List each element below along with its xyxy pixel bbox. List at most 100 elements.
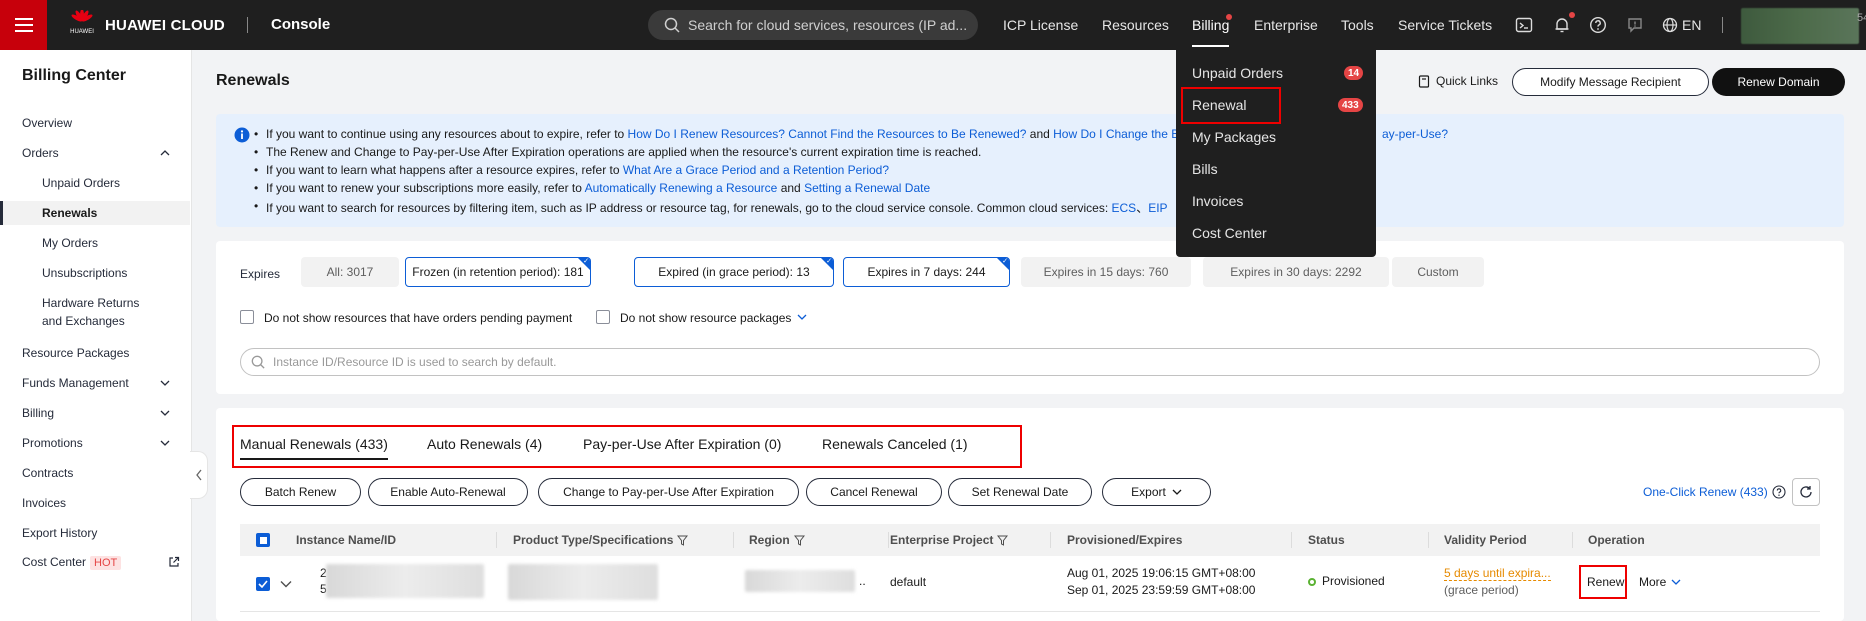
change-to-pay-per-use-button[interactable]: Change to Pay-per-Use After Expiration	[538, 478, 799, 506]
console-link[interactable]: Console	[271, 16, 330, 33]
help-icon[interactable]	[1588, 15, 1608, 35]
sidebar-item-hardware-returns-line1[interactable]: Hardware Returns	[42, 296, 139, 310]
filter-chip-7-days[interactable]: Expires in 7 days: 244 ✓	[843, 257, 1010, 287]
external-link-icon[interactable]	[168, 556, 180, 568]
menu-item-invoices[interactable]: Invoices	[1192, 193, 1243, 209]
check-icon: ✓	[583, 258, 589, 265]
sidebar-item-renewals[interactable]: Renewals	[42, 206, 97, 220]
logo-subtext: HUAWEI	[70, 29, 94, 35]
menu-item-my-packages[interactable]: My Packages	[1192, 129, 1276, 145]
nav-icp-license[interactable]: ICP License	[1003, 17, 1078, 33]
more-label: More	[1639, 575, 1667, 589]
export-button[interactable]: Export	[1102, 478, 1211, 506]
validity-countdown[interactable]: 5 days until expira...	[1444, 566, 1551, 581]
row-checkbox[interactable]	[256, 577, 270, 591]
unpaid-orders-badge: 14	[1344, 66, 1364, 80]
feedback-icon[interactable]	[1625, 15, 1645, 35]
change-billing-link-end[interactable]: ay-per-Use?	[1370, 127, 1448, 141]
expires-time: Sep 01, 2025 23:59:59 GMT+08:00	[1067, 583, 1256, 597]
account-avatar-blurred[interactable]	[1741, 8, 1859, 44]
menu-item-cost-center[interactable]: Cost Center	[1192, 225, 1267, 241]
sidebar-item-my-orders[interactable]: My Orders	[42, 236, 98, 250]
info-line-1: If you want to continue using any resour…	[254, 127, 1179, 141]
chevron-down-icon[interactable]	[160, 378, 170, 388]
info-line-2: The Renew and Change to Pay-per-Use Afte…	[254, 145, 981, 159]
hamburger-menu-button[interactable]	[0, 0, 47, 50]
cloud-shell-icon[interactable]	[1514, 15, 1534, 35]
sidebar-item-funds-management[interactable]: Funds Management	[22, 376, 129, 390]
quick-links-button[interactable]: Quick Links	[1418, 74, 1498, 88]
filter-icon[interactable]	[997, 535, 1009, 546]
table-header: Instance Name/ID Product Type/Specificat…	[240, 524, 1820, 556]
filter-icon[interactable]	[677, 535, 689, 546]
huawei-cloud-logo[interactable]: HUAWEI HUAWEI CLOUD	[67, 10, 225, 40]
refresh-button[interactable]	[1792, 478, 1820, 506]
column-divider	[496, 532, 497, 548]
nav-resources[interactable]: Resources	[1102, 17, 1169, 33]
grace-retention-link[interactable]: What Are a Grace Period and a Retention …	[623, 163, 889, 177]
filter-chip-15-days[interactable]: Expires in 15 days: 760	[1021, 257, 1191, 287]
sidebar-item-billing[interactable]: Billing	[22, 406, 54, 420]
sidebar-item-export-history[interactable]: Export History	[22, 526, 97, 540]
column-status: Status	[1308, 533, 1345, 547]
renewal-badge: 433	[1338, 98, 1363, 112]
filter-chip-all[interactable]: All: 3017	[301, 257, 399, 287]
modify-message-recipient-button[interactable]: Modify Message Recipient	[1512, 68, 1709, 96]
search-icon	[251, 355, 265, 369]
menu-item-unpaid-orders[interactable]: Unpaid Orders	[1192, 65, 1283, 81]
more-dropdown[interactable]: More	[1639, 575, 1681, 589]
pending-payment-checkbox[interactable]	[240, 310, 254, 324]
enable-auto-renewal-button[interactable]: Enable Auto-Renewal	[368, 478, 528, 506]
filter-chip-frozen-label: Frozen (in retention period): 181	[412, 265, 584, 279]
sidebar-collapse-button[interactable]	[190, 451, 208, 499]
filter-chip-custom[interactable]: Custom	[1392, 257, 1484, 287]
change-billing-link[interactable]: How Do I Change the B	[1053, 127, 1179, 141]
menu-item-bills[interactable]: Bills	[1192, 161, 1218, 177]
language-selector[interactable]: EN	[1662, 17, 1701, 33]
sidebar-item-cost-center[interactable]: Cost Center HOT	[22, 555, 122, 570]
filter-chip-expired[interactable]: Expired (in grace period): 13 ✓	[634, 257, 834, 287]
bell-icon[interactable]	[1552, 15, 1572, 35]
sidebar-item-overview[interactable]: Overview	[22, 116, 72, 130]
page-title: Renewals	[216, 72, 290, 89]
filter-chip-30-days[interactable]: Expires in 30 days: 2292	[1203, 257, 1389, 287]
select-all-checkbox[interactable]	[256, 533, 270, 547]
cancel-renewal-button[interactable]: Cancel Renewal	[806, 478, 942, 506]
nav-billing[interactable]: Billing	[1192, 17, 1230, 47]
chevron-up-icon[interactable]	[160, 148, 170, 158]
filter-icon[interactable]	[793, 535, 805, 546]
sidebar-item-resource-packages[interactable]: Resource Packages	[22, 346, 129, 360]
chevron-down-icon[interactable]	[797, 313, 807, 321]
set-renewal-date-link[interactable]: Setting a Renewal Date	[804, 181, 930, 195]
nav-service-tickets[interactable]: Service Tickets	[1398, 17, 1492, 33]
ecs-link[interactable]: ECS	[1112, 201, 1137, 215]
resource-packages-checkbox[interactable]	[596, 310, 610, 324]
nav-enterprise[interactable]: Enterprise	[1254, 17, 1318, 33]
eip-link[interactable]: EIP	[1148, 201, 1167, 215]
column-divider	[1428, 532, 1429, 548]
renew-domain-button[interactable]: Renew Domain	[1712, 68, 1845, 96]
one-click-renew-link[interactable]: One-Click Renew (433)	[1643, 485, 1786, 499]
instance-search-input[interactable]: Instance ID/Resource ID is used to searc…	[240, 348, 1820, 376]
table-row: 2 5 .. default Aug 01, 2025 19:06:15 GMT…	[240, 556, 1820, 612]
renew-resources-link[interactable]: How Do I Renew Resources? Cannot Find th…	[628, 127, 1027, 141]
chevron-down-icon[interactable]	[160, 438, 170, 448]
sidebar-item-unsubscriptions[interactable]: Unsubscriptions	[42, 266, 127, 280]
hot-badge: HOT	[90, 556, 122, 570]
renew-highlight-box	[1579, 565, 1627, 599]
set-renewal-date-button[interactable]: Set Renewal Date	[948, 478, 1092, 506]
filter-chip-frozen[interactable]: Frozen (in retention period): 181 ✓	[405, 257, 591, 287]
sidebar-item-hardware-returns-line2[interactable]: and Exchanges	[42, 314, 125, 328]
sidebar-item-orders[interactable]: Orders	[22, 146, 59, 160]
batch-renew-button[interactable]: Batch Renew	[240, 478, 361, 506]
nav-tools[interactable]: Tools	[1341, 17, 1374, 33]
sidebar-item-contracts[interactable]: Contracts	[22, 466, 73, 480]
sidebar-title: Billing Center	[22, 67, 127, 84]
sidebar-item-unpaid-orders[interactable]: Unpaid Orders	[42, 176, 120, 190]
expand-row-chevron-icon[interactable]	[280, 580, 292, 588]
sidebar-item-promotions[interactable]: Promotions	[22, 436, 83, 450]
global-search-input[interactable]: Search for cloud services, resources (IP…	[648, 10, 978, 40]
chevron-down-icon[interactable]	[160, 408, 170, 418]
auto-renew-link[interactable]: Automatically Renewing a Resource	[585, 181, 778, 195]
sidebar-item-invoices[interactable]: Invoices	[22, 496, 66, 510]
